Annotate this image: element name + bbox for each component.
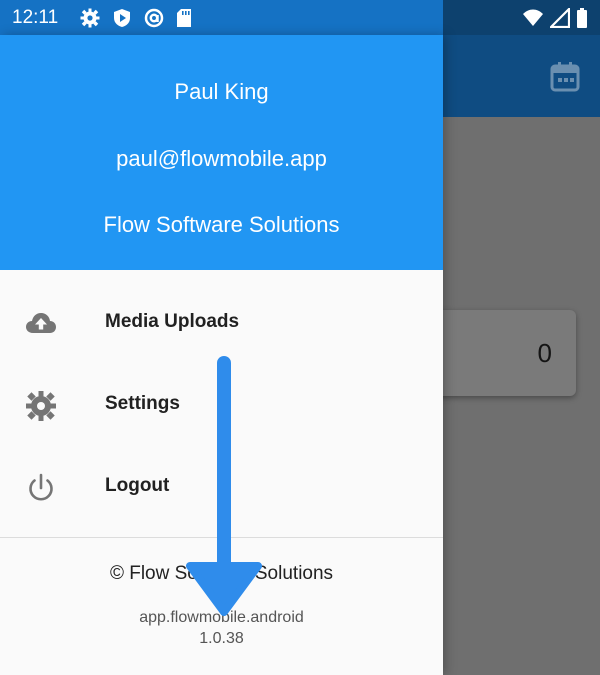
shield-play-icon: [114, 9, 130, 27]
signal-icon: [550, 8, 570, 28]
drawer-divider: [0, 537, 443, 538]
status-bar: 12:11: [0, 0, 600, 35]
settings-icon: [80, 8, 100, 28]
footer-package-name: app.flowmobile.android: [139, 609, 304, 626]
at-sign-icon: [144, 8, 164, 28]
menu-item-media-uploads[interactable]: Media Uploads: [0, 287, 443, 359]
count-value: 0: [537, 338, 552, 368]
user-name: Paul King: [174, 79, 269, 104]
menu-label-media-uploads: Media Uploads: [105, 311, 240, 332]
menu-item-logout[interactable]: Logout: [0, 451, 443, 523]
background-count-card: 0: [420, 310, 576, 396]
navigation-drawer: Paul King paul@flowmobile.app Flow Softw…: [0, 35, 443, 675]
sd-card-icon: [177, 9, 191, 27]
battery-icon: [577, 8, 587, 28]
cloud-upload-icon: [26, 313, 56, 333]
footer-version: 1.0.38: [199, 630, 244, 647]
status-time: 12:11: [12, 7, 59, 28]
power-icon: [29, 473, 53, 501]
menu-item-settings[interactable]: Settings: [0, 369, 443, 441]
footer-copyright: © Flow Software Solutions: [109, 563, 334, 584]
drawer-header: Paul King paul@flowmobile.app Flow Softw…: [0, 35, 443, 270]
company-name: Flow Software Solutions: [103, 212, 340, 237]
gear-icon: [26, 391, 56, 421]
menu-label-logout: Logout: [105, 475, 170, 496]
user-email: paul@flowmobile.app: [116, 146, 327, 171]
wifi-icon: [523, 9, 543, 26]
calendar-icon[interactable]: [550, 60, 580, 92]
menu-label-settings: Settings: [105, 393, 180, 414]
